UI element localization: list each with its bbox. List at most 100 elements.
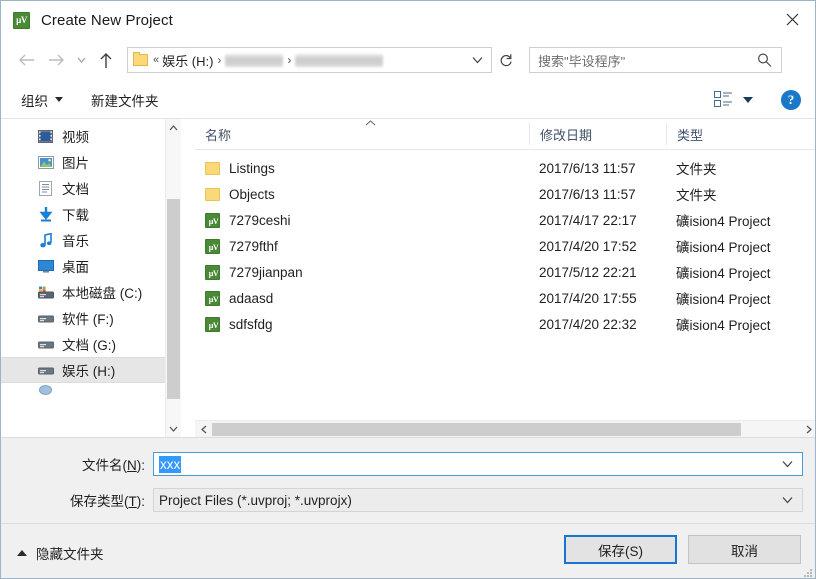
file-name: 7279jianpan <box>229 264 303 280</box>
file-list-horizontal-scrollbar[interactable] <box>195 420 815 437</box>
file-name-cell: 7279jianpan <box>195 264 529 280</box>
forward-icon[interactable] <box>41 45 71 75</box>
hide-folders-toggle[interactable]: 隐藏文件夹 <box>17 543 104 563</box>
table-row[interactable]: Objects 2017/6/13 11:57 文件夹 <box>195 181 815 207</box>
filename-value: xxx <box>159 455 182 473</box>
breadcrumb-overflow[interactable]: « <box>148 54 162 66</box>
sidebar-item-label: 桌面 <box>62 260 89 275</box>
toolbar-right-group: ? <box>714 89 801 110</box>
organize-label: 组织 <box>21 93 48 109</box>
address-chevron-down-icon[interactable] <box>472 57 483 64</box>
file-date: 2017/6/13 11:57 <box>539 160 636 176</box>
dialog-footer: 隐藏文件夹 保存(S) 取消 <box>1 523 815 578</box>
file-name-cell: Objects <box>195 187 529 202</box>
file-type: 礦ision4 Project <box>676 214 771 229</box>
sidebar-item-drive-g[interactable]: 文档 (G:) <box>1 331 181 357</box>
table-row[interactable]: 7279jianpan 2017/5/12 22:21 礦ision4 Proj… <box>195 259 815 285</box>
file-name: Listings <box>229 160 275 176</box>
filetype-value: Project Files (*.uvproj; *.uvprojx) <box>159 492 352 508</box>
cancel-button[interactable]: 取消 <box>688 535 801 564</box>
sidebar-scrollbar[interactable] <box>165 119 181 437</box>
view-chevron-down-icon[interactable] <box>743 96 753 103</box>
navigation-bar: « 娱乐 (H:) › › 搜索"毕设程序" <box>1 39 815 81</box>
search-icon[interactable] <box>757 53 772 68</box>
filename-chevron-down-icon[interactable] <box>782 461 793 468</box>
sidebar-item-documents[interactable]: 文档 <box>1 175 181 201</box>
search-input[interactable]: 搜索"毕设程序" <box>529 47 782 73</box>
file-name-cell: 7279fthf <box>195 238 529 254</box>
sidebar-item-pictures[interactable]: 图片 <box>1 149 181 175</box>
breadcrumb-segment-redacted-1[interactable] <box>225 53 284 67</box>
resize-grip[interactable] <box>802 567 812 577</box>
network-icon <box>37 383 54 397</box>
file-type: 礦ision4 Project <box>676 266 771 281</box>
sidebar-item-videos[interactable]: 视频 <box>1 123 181 149</box>
sidebar-item-drive-f[interactable]: 软件 (F:) <box>1 305 181 331</box>
sidebar-item-label: 视频 <box>62 130 89 145</box>
sidebar-scroll-thumb[interactable] <box>167 199 180 399</box>
organize-button[interactable]: 组织 <box>15 86 69 114</box>
breadcrumb-separator: › <box>217 53 222 67</box>
list-view-icon[interactable] <box>714 91 733 108</box>
uvision-project-icon <box>205 290 221 306</box>
filetype-row: 保存类型(T): Project Files (*.uvproj; *.uvpr… <box>1 488 815 512</box>
file-name-cell: adaasd <box>195 290 529 306</box>
sidebar-item-label: 软件 (F:) <box>62 312 114 327</box>
sidebar-item-partial[interactable] <box>1 383 181 397</box>
sidebar-item-local-disk-c[interactable]: 本地磁盘 (C:) <box>1 279 181 305</box>
help-icon[interactable]: ? <box>781 89 801 110</box>
command-toolbar: 组织 新建文件夹 ? <box>1 81 815 119</box>
uvision-project-icon <box>205 238 221 254</box>
downloads-icon <box>37 206 54 222</box>
pane-splitter[interactable] <box>181 119 195 437</box>
sidebar-item-label: 图片 <box>62 156 89 171</box>
table-row[interactable]: Listings 2017/6/13 11:57 文件夹 <box>195 155 815 181</box>
scroll-right-icon[interactable] <box>800 421 815 437</box>
column-header-type[interactable]: 类型 <box>666 123 806 145</box>
table-row[interactable]: adaasd 2017/4/20 17:55 礦ision4 Project <box>195 285 815 311</box>
new-folder-button[interactable]: 新建文件夹 <box>85 86 165 114</box>
sidebar-item-music[interactable]: 音乐 <box>1 227 181 253</box>
search-placeholder: 搜索"毕设程序" <box>538 53 626 69</box>
column-header-name[interactable]: 名称 <box>195 123 529 145</box>
scroll-left-icon[interactable] <box>195 421 212 437</box>
sidebar-item-label: 文档 (G:) <box>62 338 116 353</box>
title-bar: Create New Project <box>1 1 815 39</box>
sidebar-item-desktop[interactable]: 桌面 <box>1 253 181 279</box>
sort-ascending-icon <box>365 120 376 126</box>
column-headers: 名称 修改日期 类型 <box>195 119 815 150</box>
filetype-select[interactable]: Project Files (*.uvproj; *.uvprojx) <box>153 488 803 512</box>
file-name: 7279ceshi <box>229 212 291 228</box>
table-row[interactable]: 7279fthf 2017/4/20 17:52 礦ision4 Project <box>195 233 815 259</box>
file-date: 2017/5/12 22:21 <box>539 264 637 280</box>
sidebar-item-label: 下载 <box>62 208 89 223</box>
scroll-down-icon[interactable] <box>166 420 181 437</box>
videos-icon <box>37 128 54 144</box>
close-icon[interactable] <box>769 1 815 38</box>
documents-icon <box>37 180 54 196</box>
filetype-chevron-down-icon[interactable] <box>782 497 793 504</box>
column-header-date[interactable]: 修改日期 <box>529 123 666 145</box>
back-icon[interactable] <box>11 45 41 75</box>
filename-input[interactable]: xxx <box>153 452 803 476</box>
sidebar-item-drive-h[interactable]: 娱乐 (H:) <box>1 357 181 383</box>
refresh-icon[interactable] <box>494 48 518 72</box>
new-folder-label: 新建文件夹 <box>91 93 159 109</box>
file-name-cell: Listings <box>195 161 529 176</box>
table-row[interactable]: 7279ceshi 2017/4/17 22:17 礦ision4 Projec… <box>195 207 815 233</box>
breadcrumb-segment-redacted-2[interactable] <box>295 53 384 67</box>
recent-locations-icon[interactable] <box>71 45 91 75</box>
table-row[interactable]: sdfsfdg 2017/4/20 22:32 礦ision4 Project <box>195 311 815 337</box>
up-icon[interactable] <box>91 45 121 75</box>
horizontal-scroll-thumb[interactable] <box>212 422 741 436</box>
address-bar[interactable]: « 娱乐 (H:) › › <box>127 47 492 73</box>
file-type: 礦ision4 Project <box>676 240 771 255</box>
sidebar-item-downloads[interactable]: 下载 <box>1 201 181 227</box>
uvision-project-icon <box>205 212 221 228</box>
save-button[interactable]: 保存(S) <box>564 535 677 564</box>
folder-icon <box>205 187 220 201</box>
folder-icon <box>133 52 148 66</box>
breadcrumb-segment-drive[interactable]: 娱乐 (H:) <box>162 51 213 70</box>
scroll-up-icon[interactable] <box>166 119 181 136</box>
filename-label: 文件名(N): <box>82 458 145 473</box>
